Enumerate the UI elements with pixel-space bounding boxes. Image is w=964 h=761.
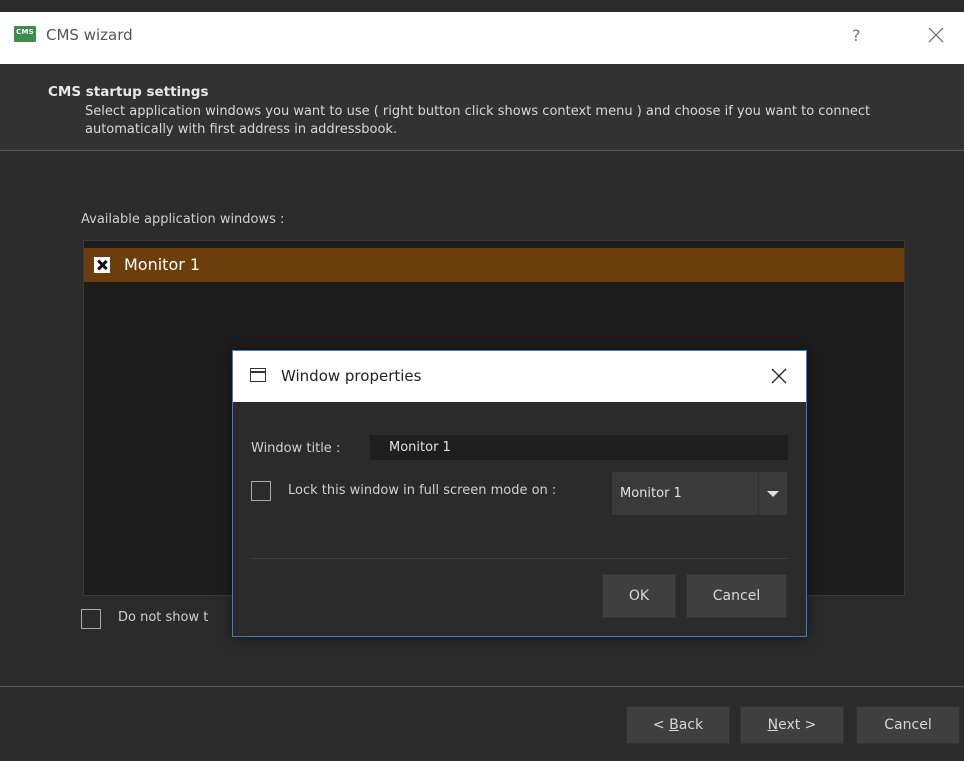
- window-properties-dialog: Window properties Window title : Lock th…: [232, 350, 807, 637]
- back-rest: ack: [678, 717, 704, 733]
- monitor-select-value: Monitor 1: [620, 486, 682, 501]
- dont-show-checkbox[interactable]: [81, 609, 101, 629]
- dialog-title: Window properties: [281, 367, 422, 385]
- cancel-button[interactable]: Cancel: [856, 706, 960, 744]
- list-item-monitor-1[interactable]: Monitor 1: [84, 248, 904, 282]
- back-mnemonic: B: [669, 717, 679, 733]
- page-title: CMS startup settings: [48, 84, 209, 100]
- next-rest: ext >: [778, 717, 817, 733]
- lock-fullscreen-row: Lock this window in full screen mode on …: [251, 481, 556, 501]
- dialog-divider: [251, 558, 788, 559]
- app-icon-text: CMS: [16, 28, 34, 36]
- cms-wizard-window: CMS CMS wizard ? CMS startup settings Se…: [0, 0, 964, 761]
- chevron-down-icon: [767, 491, 779, 497]
- dont-show-label: Do not show t: [118, 610, 209, 625]
- window-title: CMS wizard: [46, 26, 133, 44]
- dont-show-row: Do not show t: [81, 609, 208, 629]
- lock-fullscreen-label: Lock this window in full screen mode on …: [288, 483, 557, 498]
- available-windows-label: Available application windows :: [81, 212, 285, 227]
- next-mnemonic: N: [767, 717, 779, 733]
- page-description: Select application windows you want to u…: [85, 104, 871, 137]
- next-button[interactable]: Next >: [740, 706, 844, 744]
- close-button[interactable]: [924, 23, 948, 47]
- close-icon: [928, 27, 944, 43]
- window-icon: [250, 368, 266, 382]
- close-icon: [771, 368, 787, 384]
- ok-button[interactable]: OK: [602, 574, 676, 618]
- list-item-label: Monitor 1: [124, 255, 201, 274]
- dropdown-toggle[interactable]: [758, 472, 787, 515]
- checked-checkbox[interactable]: [94, 257, 110, 273]
- wizard-header: CMS startup settings Select application …: [0, 64, 964, 151]
- dialog-title-bar: Window properties: [233, 351, 806, 402]
- dialog-close-button[interactable]: [768, 365, 790, 387]
- window-title-input[interactable]: [370, 435, 788, 460]
- dialog-cancel-button[interactable]: Cancel: [686, 574, 787, 618]
- window-title-label: Window title :: [251, 441, 341, 456]
- back-prefix: <: [652, 717, 670, 733]
- lock-fullscreen-checkbox[interactable]: [251, 481, 271, 501]
- footer-divider: [0, 686, 964, 687]
- cms-app-icon: CMS: [14, 26, 36, 42]
- help-button[interactable]: ?: [852, 26, 861, 45]
- title-bar: CMS CMS wizard ?: [0, 12, 964, 64]
- monitor-select[interactable]: Monitor 1: [611, 471, 788, 516]
- back-button[interactable]: < Back: [626, 706, 730, 744]
